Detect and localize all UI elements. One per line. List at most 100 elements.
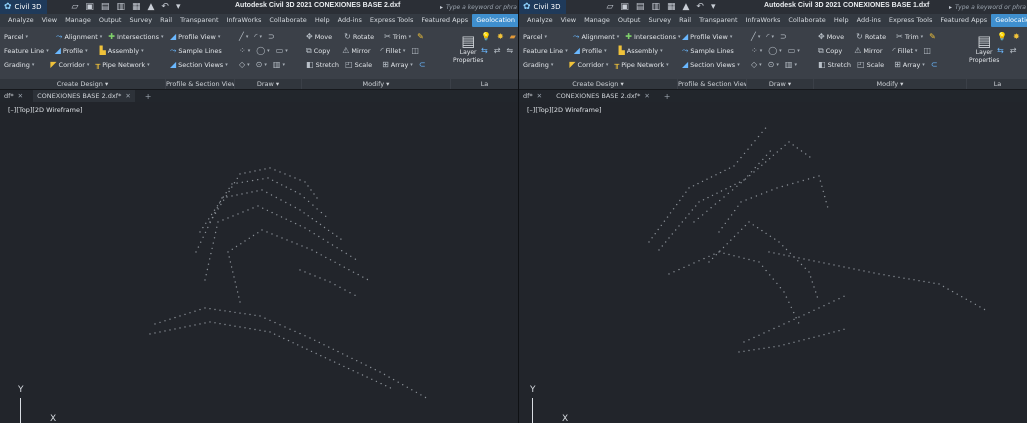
offset-icon[interactable]: ⊂ <box>419 61 426 69</box>
profile-view-button[interactable]: ◢ Profile View ▾ <box>682 33 732 42</box>
profile-button[interactable]: ◢ Profile ▾ <box>55 47 88 56</box>
grading-button[interactable]: Grading ▾ <box>4 61 34 69</box>
ribbon-tab[interactable]: Survey <box>125 14 156 27</box>
ribbon-tab[interactable]: Manage <box>61 14 95 27</box>
panel-title-modify[interactable]: Modify ▾ <box>302 79 450 89</box>
line-tool[interactable]: ╱ ▾ <box>239 33 248 41</box>
ribbon-tab[interactable]: InfraWorks <box>742 14 785 27</box>
corridor-button[interactable]: ◤ Corridor ▾ <box>50 61 89 70</box>
hatch-tool[interactable]: ▥ ▾ <box>273 61 285 69</box>
erase-icon[interactable]: ✎ <box>929 33 936 41</box>
explode-icon[interactable]: ◫ <box>411 47 419 55</box>
stretch-button[interactable]: ◧ Stretch <box>818 61 851 70</box>
rectangle-tool[interactable]: ▭ ▾ <box>788 47 800 55</box>
intersections-button[interactable]: ✚ Intersections ▾ <box>625 33 680 42</box>
close-icon[interactable]: ✕ <box>537 92 542 100</box>
layer-properties-button[interactable]: ▤ Layer Properties <box>453 33 483 65</box>
fillet-button[interactable]: ◜ Fillet ▾ <box>893 47 918 56</box>
search-box[interactable]: ▸ Type a keyword or phra <box>949 2 1027 12</box>
application-menu-button[interactable]: ✿ Civil 3D <box>0 0 48 14</box>
layer-on-icon[interactable]: 💡 <box>997 33 1007 41</box>
ellipse-tool[interactable]: ⊙ ▾ <box>768 61 779 69</box>
array-button[interactable]: ⊞ Array ▾ <box>894 61 925 70</box>
sample-lines-button[interactable]: ⤳ Sample Lines <box>170 47 222 56</box>
ribbon-tab[interactable]: Featured Apps <box>936 14 991 27</box>
panel-title-draw[interactable]: Draw ▾ <box>747 79 813 89</box>
ribbon-tab[interactable]: Add-ins <box>334 14 366 27</box>
search-expand-icon[interactable]: ▸ <box>440 4 443 11</box>
circle-tool[interactable]: ◯ ▾ <box>768 47 781 55</box>
layer-lock-icon[interactable]: ▰ <box>510 33 516 41</box>
sample-lines-button[interactable]: ⤳ Sample Lines <box>682 47 734 56</box>
profile-view-button[interactable]: ◢ Profile View ▾ <box>170 33 220 42</box>
circle-tool[interactable]: ◯ ▾ <box>256 47 269 55</box>
ribbon-tab[interactable]: Help <box>830 14 853 27</box>
move-button[interactable]: ✥ Move <box>306 33 332 42</box>
feature-line-button[interactable]: Feature Line ▾ <box>4 47 49 55</box>
scale-button[interactable]: ◰ Scale <box>345 61 372 70</box>
layer-properties-button[interactable]: ▤ Layer Properties <box>969 33 999 65</box>
parcel-button[interactable]: Parcel ▾ <box>4 33 28 41</box>
print-icon[interactable]: ▥ <box>116 2 125 12</box>
application-menu-button[interactable]: ✿ Civil 3D <box>519 0 567 14</box>
hatch-tool[interactable]: ▥ ▾ <box>785 61 797 69</box>
ribbon-tab[interactable]: InfraWorks <box>223 14 266 27</box>
polygon-tool[interactable]: ◇ ▾ <box>239 61 250 69</box>
ribbon-tab[interactable]: Manage <box>580 14 614 27</box>
drawing-canvas[interactable] <box>0 102 518 423</box>
assembly-button[interactable]: ▙ Assembly ▾ <box>100 47 144 56</box>
ribbon-tab[interactable]: Output <box>614 14 645 27</box>
close-icon[interactable]: ✕ <box>18 92 23 100</box>
stretch-button[interactable]: ◧ Stretch <box>306 61 339 70</box>
profile-button[interactable]: ◢ Profile ▾ <box>574 47 607 56</box>
saveas-icon[interactable]: ▤ <box>101 2 110 12</box>
layer-match-icon[interactable]: ⇆ <box>481 47 488 55</box>
drawing-viewport[interactable]: [–][Top][2D Wireframe] Y X <box>519 102 1027 423</box>
rotate-button[interactable]: ↻ Rotate <box>344 33 374 42</box>
ribbon-tab[interactable]: Express Tools <box>366 14 417 27</box>
document-tab[interactable]: CONEXIONES BASE 2.dxf* ✕ <box>33 90 135 102</box>
section-views-button[interactable]: ◢ Section Views ▾ <box>682 61 740 70</box>
layer-on-icon[interactable]: 💡 <box>481 33 491 41</box>
ribbon-tab[interactable]: Collaborate <box>265 14 310 27</box>
scale-button[interactable]: ◰ Scale <box>857 61 884 70</box>
corridor-button[interactable]: ◤ Corridor ▾ <box>569 61 608 70</box>
polyline-tool[interactable]: ⊃ <box>780 33 787 41</box>
layer-match-icon[interactable]: ⇆ <box>997 47 1004 55</box>
copy-button[interactable]: ⧉ Copy <box>306 47 330 56</box>
parcel-button[interactable]: Parcel ▾ <box>523 33 547 41</box>
ribbon-tab[interactable]: View <box>38 14 61 27</box>
ribbon-tab[interactable]: Analyze <box>4 14 38 27</box>
rotate-button[interactable]: ↻ Rotate <box>856 33 886 42</box>
save-icon[interactable]: ▣ <box>620 2 629 12</box>
layer-previous-icon[interactable]: ⇄ <box>1010 47 1017 55</box>
saveas-icon[interactable]: ▤ <box>636 2 645 12</box>
ribbon-tab[interactable]: Add-ins <box>853 14 885 27</box>
panel-title-create-design[interactable]: Create Design ▾ <box>519 79 677 89</box>
polygon-tool[interactable]: ◇ ▾ <box>751 61 762 69</box>
drawing-viewport[interactable]: [–][Top][2D Wireframe] Y X <box>0 102 518 423</box>
search-box[interactable]: ▸ Type a keyword or phra <box>440 2 518 12</box>
ribbon-tab[interactable]: Transparent <box>695 14 741 27</box>
polyline-tool[interactable]: ⊃ <box>268 33 275 41</box>
ribbon-tab[interactable]: Geolocation <box>472 14 518 27</box>
offset-icon[interactable]: ⊂ <box>931 61 938 69</box>
copy-button[interactable]: ⧉ Copy <box>818 47 842 56</box>
points-tool[interactable]: ⁘ ▾ <box>239 47 250 55</box>
ribbon-tab[interactable]: Geolocatio <box>991 14 1027 27</box>
ribbon-tab[interactable]: Featured Apps <box>417 14 472 27</box>
panel-title-draw[interactable]: Draw ▾ <box>235 79 301 89</box>
layer-freeze-icon[interactable]: ✸ <box>497 33 504 41</box>
panel-title-modify[interactable]: Modify ▾ <box>814 79 966 89</box>
undo-icon[interactable]: ↶ <box>696 2 704 12</box>
alignment-button[interactable]: ⤳ Alignment ▾ <box>56 33 102 42</box>
layer-freeze-icon[interactable]: ✸ <box>1013 33 1020 41</box>
points-tool[interactable]: ⁘ ▾ <box>751 47 762 55</box>
move-button[interactable]: ✥ Move <box>818 33 844 42</box>
layer-previous-icon[interactable]: ⇄ <box>494 47 501 55</box>
document-tab[interactable]: df* ✕ <box>0 90 27 102</box>
viewport-controls-label[interactable]: [–][Top][2D Wireframe] <box>8 106 83 114</box>
close-icon[interactable]: ✕ <box>644 92 649 100</box>
pipe-network-button[interactable]: ╥ Pipe Network ▾ <box>614 61 668 70</box>
ellipse-tool[interactable]: ⊙ ▾ <box>256 61 267 69</box>
